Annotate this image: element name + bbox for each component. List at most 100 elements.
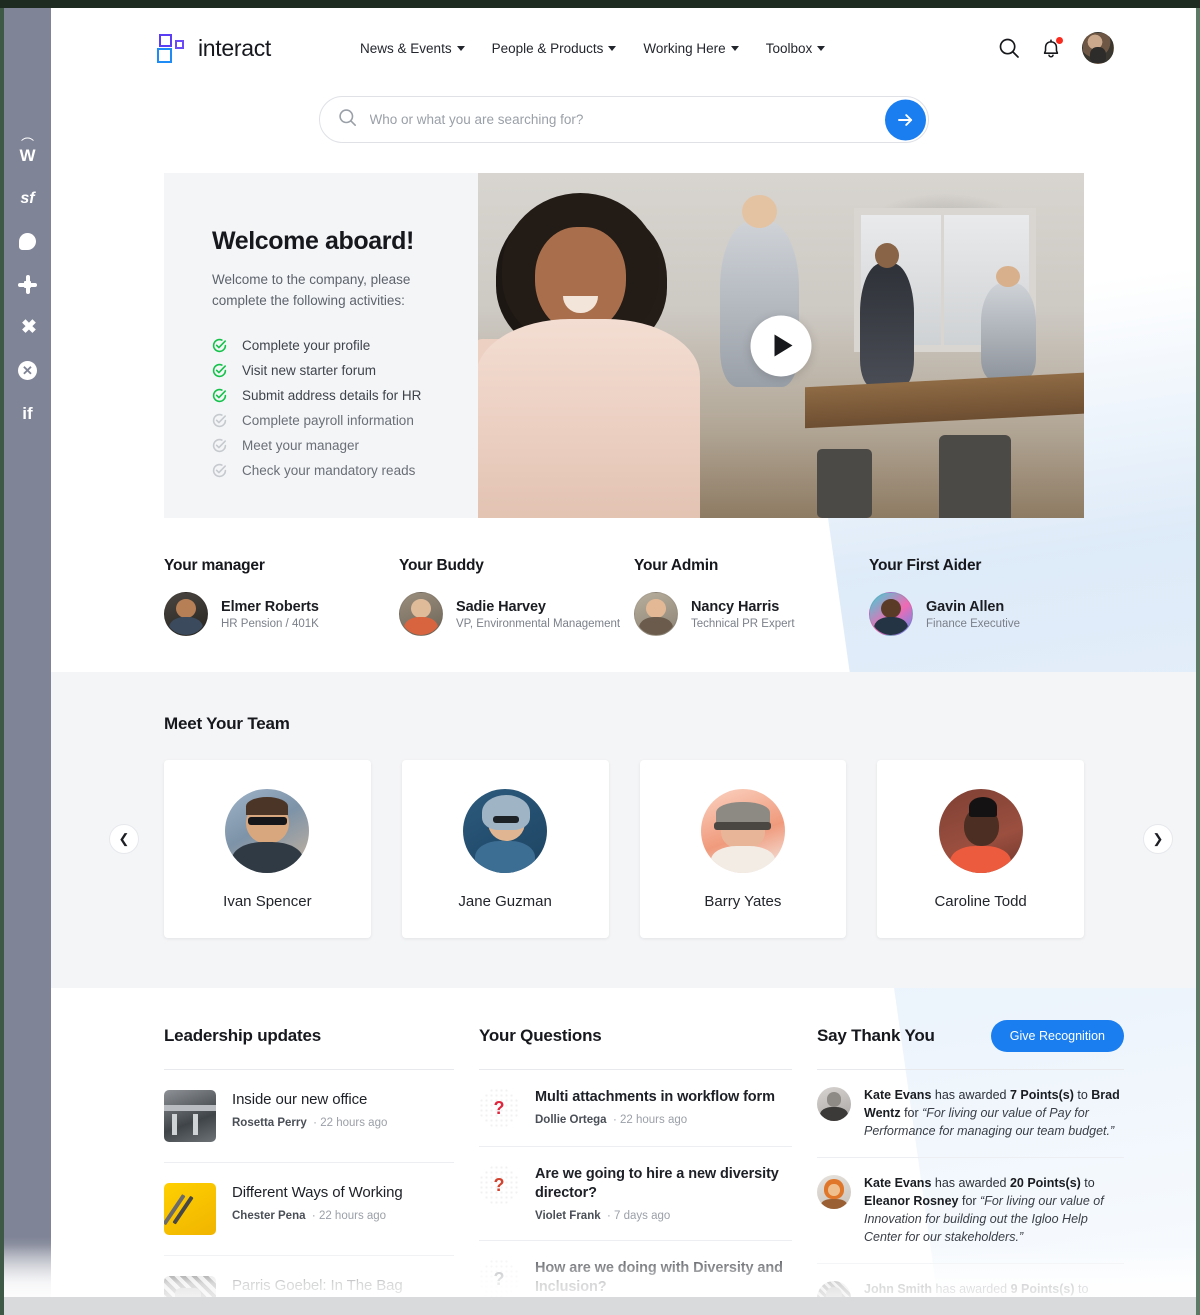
nav-item-news-events[interactable]: News & Events [360,41,465,56]
question-title: How are we doing with Diversity and Incl… [535,1260,783,1296]
question-mark-icon: ? [479,1165,519,1205]
widget-title: Your Questions [479,1026,602,1045]
list-item[interactable]: ? Multi attachments in workflow form Dol… [479,1070,792,1147]
section-title: Meet Your Team [164,714,290,733]
chevron-down-icon [817,45,826,51]
avatar [817,1175,851,1210]
recognition-points: 20 Points(s) [1009,1176,1081,1191]
contact-person[interactable]: Gavin Allen Finance Executive [869,592,1104,636]
rail-item-if-app[interactable]: if [4,392,51,435]
list-item[interactable]: Inside our new office Rosetta Perry · 22… [164,1070,454,1163]
recognition-giver: Kate Evans [864,1088,932,1102]
nav-item-people-products[interactable]: People & Products [492,41,617,56]
search-bar [318,96,929,143]
list-item[interactable]: ? Are we going to hire a new diversity d… [479,1147,792,1242]
checklist-item[interactable]: Check your mandatory reads [212,458,458,483]
notification-badge [1055,35,1064,45]
background-person [859,242,915,387]
contact-person[interactable]: Sadie Harvey VP, Environmental Managemen… [399,592,634,636]
recognition-points: 7 Points(s) [1009,1088,1074,1102]
contact-person[interactable]: Elmer Roberts HR Pension / 401K [164,592,399,636]
slack-icon [18,275,37,294]
play-icon[interactable] [750,315,812,376]
checklist-label: Submit address details for HR [242,387,422,403]
checklist-item[interactable]: Complete payroll information [212,408,458,433]
say-thank-you-widget: Say Thank You Give Recognition Kate Evan… [817,1019,1124,1315]
welcome-video-thumbnail[interactable] [478,173,1084,518]
contact-person[interactable]: Nancy Harris Technical PR Expert [634,592,869,636]
article-author: Chester Pena [232,1209,306,1222]
recognition-to: to [1084,1176,1095,1191]
team-member-card[interactable]: Ivan Spencer [164,760,371,938]
office-chair-decoration [817,449,872,518]
checklist-item[interactable]: Visit new starter forum [212,358,458,383]
user-avatar[interactable] [1082,32,1114,64]
rail-item-bowtie-app[interactable]: ✖ [4,306,51,349]
search-icon[interactable] [998,37,1020,59]
nav-item-working-here[interactable]: Working Here [643,41,739,56]
nav-item-toolbox[interactable]: Toolbox [766,41,826,56]
search-section [51,96,1196,143]
article-thumbnail [164,1183,216,1235]
avatar [463,788,548,873]
bottom-widgets: Leadership updates Inside our new office [164,1019,1144,1315]
chevron-right-icon[interactable]: ❯ [1143,824,1173,854]
foreground-person [478,187,720,518]
list-item[interactable]: Kate Evans has awarded 20 Points(s) to E… [817,1158,1124,1265]
chevron-left-icon[interactable]: ❮ [109,824,139,854]
contact-your-admin: Your Admin Nancy Harris Technical PR Exp… [634,557,869,636]
x-circle-icon: ✕ [18,361,37,380]
checklist-item[interactable]: Submit address details for HR [212,383,458,408]
recognition-verb: has awarded [935,1282,1008,1297]
checklist-label: Complete payroll information [242,412,414,428]
team-member-card[interactable]: Barry Yates [639,760,847,938]
search-input[interactable] [369,112,928,127]
question-time: 7 days ago [614,1210,671,1223]
rail-item-x-circle-app[interactable]: ✕ [4,349,51,392]
check-circle-icon-pending [212,463,227,478]
widget-title: Say Thank You [817,1026,935,1045]
checklist-item[interactable]: Complete your profile [212,333,458,358]
contact-name: Nancy Harris [691,598,780,615]
contact-name: Gavin Allen [926,598,1005,615]
contact-title: Your First Aider [869,557,982,574]
rail-item-circle-app[interactable] [4,220,51,263]
team-member-card[interactable]: Caroline Todd [877,760,1084,938]
meet-your-team-section: Meet Your Team ❮ ❯ Ivan Spencer Jane Guz… [51,672,1196,988]
salesforce-icon: sf [20,189,35,207]
welcome-hero-card: Welcome aboard! Welcome to the company, … [164,173,1084,518]
avatar [869,592,913,636]
contact-role: VP, Environmental Management [456,617,621,630]
search-submit-button[interactable] [884,99,926,140]
recognition-quote: “For living our value of Pay for Perform… [864,1105,1115,1138]
give-recognition-button[interactable]: Give Recognition [990,1020,1124,1052]
article-author: Rosetta Perry [232,1116,307,1129]
question-title: Multi attachments in workflow form [535,1089,775,1105]
rail-item-workday[interactable]: W [4,134,51,177]
brand-name: interact [198,34,272,61]
team-member-name: Jane Guzman [458,892,552,910]
main-navigation: News & Events People & Products Working … [360,41,826,56]
rail-item-salesforce[interactable]: sf [4,177,51,220]
recognition-to: to [1077,1088,1088,1102]
recognition-to: to [1078,1282,1089,1297]
widget-header: Your Questions [479,1019,792,1053]
recognition-text: Kate Evans has awarded 7 Points(s) to Br… [864,1087,1124,1140]
brand-logo[interactable]: interact [157,33,272,63]
contact-title: Your Buddy [399,557,484,574]
workday-icon: W [19,147,35,164]
nav-label: News & Events [360,40,452,56]
list-item[interactable]: Different Ways of Working Chester Pena ·… [164,1163,454,1256]
article-thumbnail [164,1090,216,1142]
browser-window: W sf ✖ ✕ if [0,0,1200,1315]
circle-app-icon [19,233,36,250]
list-item[interactable]: Kate Evans has awarded 7 Points(s) to Br… [817,1070,1124,1159]
notifications-bell-icon[interactable] [1040,35,1064,60]
widget-header: Say Thank You Give Recognition [817,1019,1124,1053]
site-header: interact News & Events People & Products… [51,8,1196,88]
recognition-verb: has awarded [934,1176,1007,1191]
team-member-card[interactable]: Jane Guzman [401,760,609,938]
widget-title: Leadership updates [164,1026,321,1045]
checklist-item[interactable]: Meet your manager [212,433,458,458]
rail-item-slack[interactable] [4,263,51,306]
